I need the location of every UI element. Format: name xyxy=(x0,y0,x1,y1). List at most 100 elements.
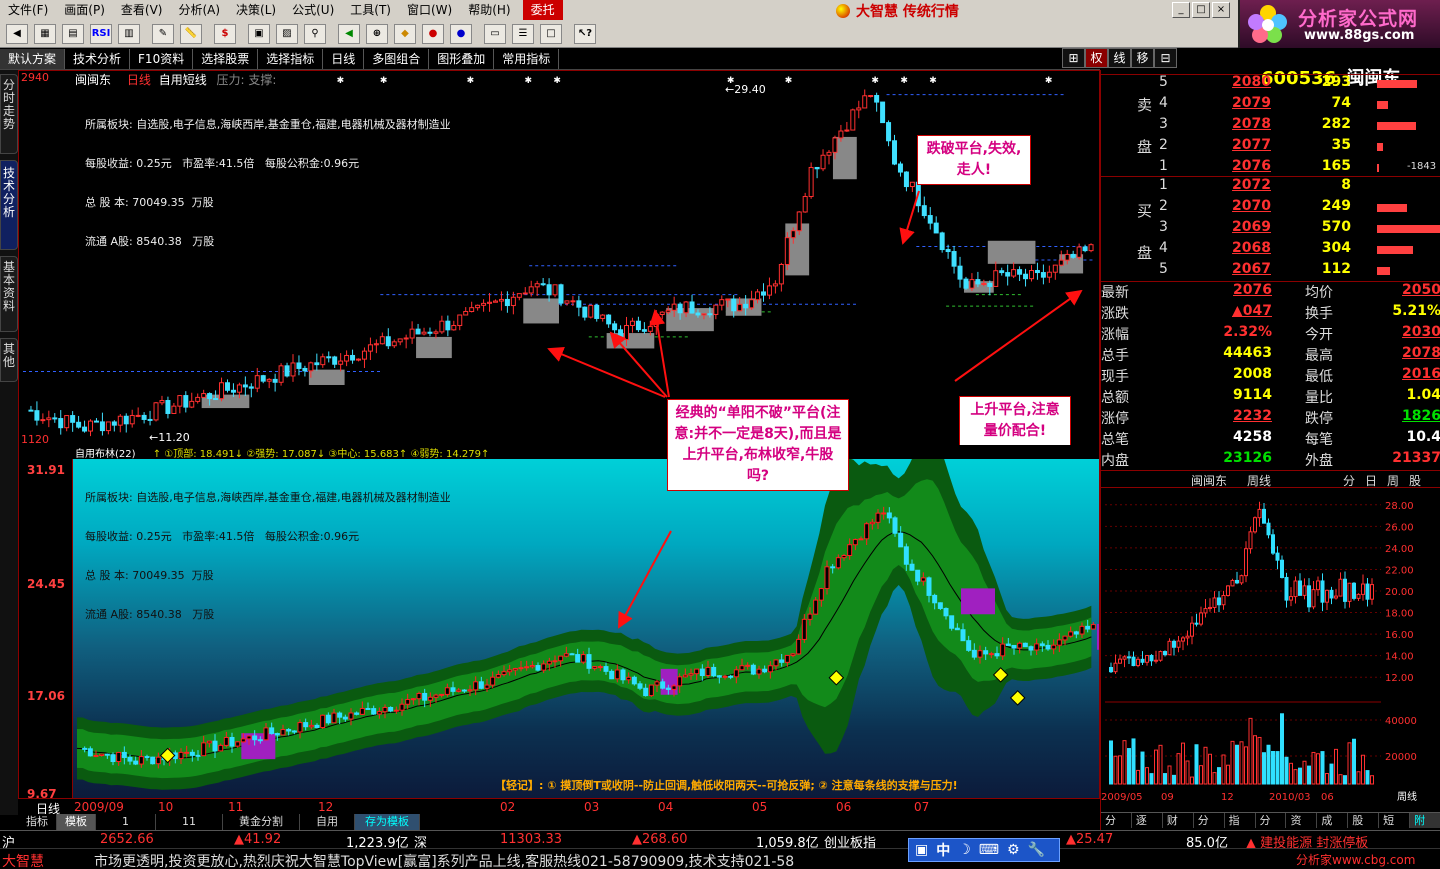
mini-tab-7[interactable]: 成本 xyxy=(1317,813,1349,843)
menu-help[interactable]: 帮助(H) xyxy=(460,0,518,20)
upper-kline-panel[interactable]: ✱✱✱✱✱✱✱✱✱✱✱✱✱✱✱✱✱✱✱✱✱✱✱✱ 2940 闽闽东 日线 自用短… xyxy=(19,71,1099,445)
candle-body xyxy=(246,735,252,740)
mini-tab-1[interactable]: 逐笔 xyxy=(1132,813,1163,843)
tab-golden-section[interactable]: 黄金分割 xyxy=(223,814,300,830)
menu-window[interactable]: 窗口(W) xyxy=(399,0,460,20)
mini-tab-5[interactable]: 分时 xyxy=(1256,813,1287,843)
select-indicator-button[interactable]: 选择指标 xyxy=(258,48,324,69)
zoom-icon[interactable]: ⊕ xyxy=(366,24,388,44)
mini-tab-day[interactable]: 日 xyxy=(1365,472,1377,489)
circle-red-icon[interactable]: ● xyxy=(422,24,444,44)
ime-settings-icon[interactable]: ⚙ xyxy=(1004,842,1023,858)
tab-1[interactable]: 1 xyxy=(96,814,156,830)
mini-tab-3[interactable]: 分价 xyxy=(1194,813,1225,843)
pen-icon[interactable]: ✎ xyxy=(152,24,174,44)
tab-11[interactable]: 11 xyxy=(156,814,223,830)
mini-volume-bar xyxy=(1316,753,1320,785)
binoculars-icon[interactable]: ⚲ xyxy=(304,24,326,44)
candle-body xyxy=(648,684,654,697)
mini-tab-week[interactable]: 周 xyxy=(1387,472,1399,489)
minimize-button[interactable]: _ xyxy=(1172,2,1190,18)
maximize-button[interactable]: □ xyxy=(1192,2,1210,18)
move-button[interactable]: 移 xyxy=(1131,48,1154,68)
f10-button[interactable]: F10资料 xyxy=(130,48,194,69)
mini-tab-min[interactable]: 分 xyxy=(1343,472,1355,489)
candle-body xyxy=(201,393,207,398)
menu-formula[interactable]: 公式(U) xyxy=(284,0,342,20)
menu-analysis[interactable]: 分析(A) xyxy=(170,0,228,20)
mini-candle-body xyxy=(1338,578,1343,597)
tab-template[interactable]: 模板 xyxy=(57,814,96,830)
mini-tab-8[interactable]: 股评 xyxy=(1348,813,1380,843)
candle-body xyxy=(755,291,761,301)
daily-button[interactable]: 日线 xyxy=(323,48,365,69)
mini-tab-6[interactable]: 资讯 xyxy=(1286,813,1318,843)
mini-tab-4[interactable]: 指数 xyxy=(1225,813,1256,843)
mini-tab-stock[interactable]: 股 xyxy=(1409,472,1421,489)
tech-analysis-button[interactable]: 技术分析 xyxy=(65,48,131,69)
ime-halfwidth-icon[interactable]: ☽ xyxy=(955,842,974,858)
overlay-button[interactable]: 图形叠加 xyxy=(429,48,495,69)
rsi-icon[interactable]: RSI xyxy=(90,24,112,44)
tab-technical[interactable]: 技术分析 xyxy=(0,160,18,250)
menu-view-screen[interactable]: 画面(P) xyxy=(56,0,113,20)
menu-tools[interactable]: 工具(T) xyxy=(342,0,399,20)
common-indicator-button[interactable]: 常用指标 xyxy=(494,48,560,69)
candle-body xyxy=(603,666,609,672)
split-button[interactable]: ⊟ xyxy=(1154,48,1177,68)
rights-button[interactable]: 权 xyxy=(1085,48,1108,68)
multi-chart-button[interactable]: 多图组合 xyxy=(364,48,430,69)
square-icon[interactable]: □ xyxy=(540,24,562,44)
candle-body xyxy=(719,299,725,306)
menu-file[interactable]: 文件(F) xyxy=(0,0,56,20)
ime-logo-icon[interactable]: ▣ xyxy=(912,842,931,858)
chart-icon[interactable]: ▨ xyxy=(276,24,298,44)
back-icon[interactable]: ◀ xyxy=(6,24,28,44)
save-template-button[interactable]: 存为模板 xyxy=(355,814,420,830)
ime-tools-icon[interactable]: 🔧 xyxy=(1025,842,1048,858)
view-toolbar: 默认方案 技术分析 F10资料 选择股票 选择指标 日线 多图组合 图形叠加 常… xyxy=(0,48,1100,70)
candle-body xyxy=(586,654,592,669)
mini-candle-body xyxy=(1199,612,1203,625)
monitor-icon[interactable]: ▣ xyxy=(248,24,270,44)
window-icon[interactable]: ▭ xyxy=(484,24,506,44)
ruler-icon[interactable]: 📏 xyxy=(180,24,202,44)
candle-body xyxy=(490,676,496,686)
scheme-button[interactable]: 默认方案 xyxy=(0,48,66,69)
mini-tab-10[interactable]: 附图 xyxy=(1410,813,1440,843)
order-volume: 282 xyxy=(1321,116,1351,132)
list-icon[interactable]: ☰ xyxy=(512,24,534,44)
layout-button[interactable]: ⊞ xyxy=(1062,48,1085,68)
line-button[interactable]: 线 xyxy=(1108,48,1131,68)
candle-body xyxy=(147,418,153,421)
dollar-icon[interactable]: $ xyxy=(214,24,236,44)
stat-value: 2016 xyxy=(1402,366,1440,382)
menu-decision[interactable]: 决策(L) xyxy=(228,0,284,20)
mini-tab-9[interactable]: 短线 xyxy=(1379,813,1411,843)
kline-icon[interactable]: ▤ xyxy=(62,24,84,44)
circle-blue-icon[interactable]: ● xyxy=(450,24,472,44)
arrow-left-icon[interactable]: ◀ xyxy=(338,24,360,44)
candle-body xyxy=(580,654,586,663)
tab-indicator[interactable]: 指标 xyxy=(18,814,57,830)
close-button[interactable]: × xyxy=(1212,2,1230,18)
mini-tab-0[interactable]: 分笔 xyxy=(1101,813,1132,843)
tab-intraday[interactable]: 分时走势 xyxy=(0,74,18,154)
ime-keyboard-icon[interactable]: ⌨ xyxy=(976,842,1002,858)
select-stock-button[interactable]: 选择股票 xyxy=(193,48,259,69)
mini-tab-2[interactable]: 财务 xyxy=(1163,813,1194,843)
menu-trade[interactable]: 委托 xyxy=(522,0,563,20)
candle-body xyxy=(371,708,377,715)
tab-other[interactable]: 其他 xyxy=(0,338,18,382)
diamond-icon[interactable]: ◆ xyxy=(394,24,416,44)
candle-body xyxy=(189,400,195,408)
ime-chinese-toggle[interactable]: 中 xyxy=(933,840,953,860)
lower-bollinger-panel[interactable]: 31.91 24.45 17.06 9.67 所属板块: 自选股,电子信息,海峡… xyxy=(19,459,1099,799)
tab-custom[interactable]: 自用 xyxy=(300,814,355,830)
cursor-help-icon[interactable]: ↖? xyxy=(574,24,596,44)
grid-icon[interactable]: ▦ xyxy=(34,24,56,44)
mnemonic-text: 【轻记】: ① 摸顶倒T或收阴--防止回调,触低收阳两天--可抢反弹; ② 注意… xyxy=(495,779,958,792)
menu-view[interactable]: 查看(V) xyxy=(113,0,171,20)
table-icon[interactable]: ▥ xyxy=(118,24,140,44)
tab-fundamental[interactable]: 基本资料 xyxy=(0,256,18,332)
